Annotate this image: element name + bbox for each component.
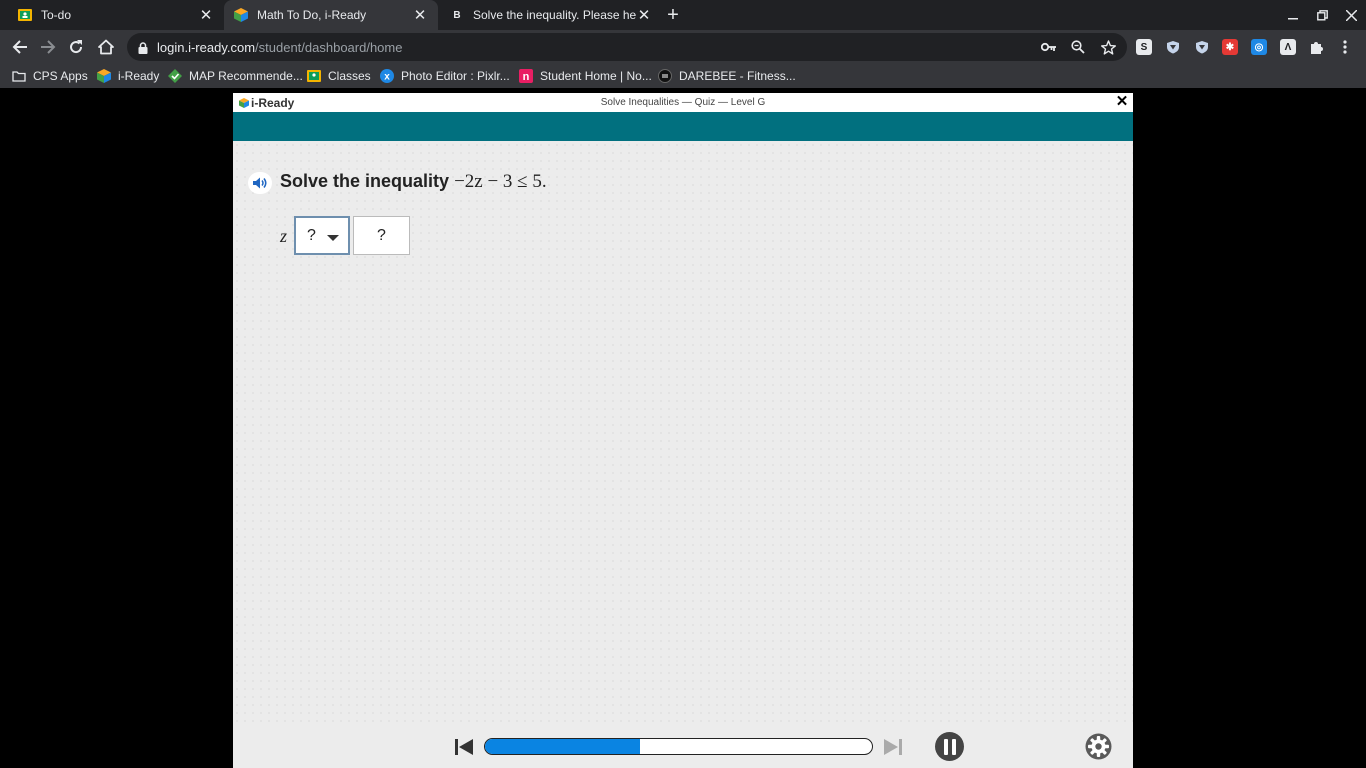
extension-icon[interactable]: S — [1136, 39, 1152, 55]
bookmark-darebee[interactable]: DAREBEE - Fitness... — [658, 67, 796, 84]
answer-value: ? — [377, 226, 386, 244]
question-text: Solve the inequality −2z − 3 ≤ 5. — [280, 171, 547, 193]
back-button[interactable] — [8, 35, 32, 59]
kebab-menu-icon[interactable] — [1337, 39, 1353, 55]
restore-button[interactable] — [1308, 0, 1336, 30]
puzzle-icon[interactable] — [1308, 39, 1324, 55]
bookmark-label: CPS Apps — [33, 68, 88, 83]
question-math: −2z − 3 ≤ 5. — [454, 171, 547, 192]
tab-title: Solve the inequality. Please help — [473, 8, 636, 22]
skip-forward-icon — [884, 739, 902, 755]
bookmark-label: Classes — [328, 68, 371, 83]
tab-strip: To-do ✕ Math To Do, i-Ready ✕ B Solve th… — [0, 0, 1366, 30]
tab-title: Math To Do, i-Ready — [257, 8, 367, 22]
new-tab-button[interactable]: + — [662, 4, 684, 26]
settings-button[interactable] — [1085, 733, 1112, 760]
browser-toolbar: login.i-ready.com/student/dashboard/home… — [0, 30, 1366, 63]
tab-todo[interactable]: To-do ✕ — [0, 0, 224, 30]
bookmark-classes[interactable]: Classes — [307, 67, 371, 84]
tab-title: To-do — [41, 8, 72, 22]
url-host: login.i-ready.com — [157, 40, 256, 55]
tab-brainly[interactable]: B Solve the inequality. Please help ✕ — [438, 0, 662, 30]
minimize-button[interactable] — [1279, 0, 1307, 30]
close-window-button[interactable] — [1337, 0, 1365, 30]
shield-icon[interactable] — [1165, 39, 1181, 55]
pause-button[interactable] — [935, 732, 964, 761]
classroom-icon — [307, 69, 321, 83]
skip-back-button[interactable] — [454, 737, 474, 757]
bookmark-label: Student Home | No... — [540, 68, 652, 83]
bookmark-label: MAP Recommende... — [189, 68, 303, 83]
tab-iready[interactable]: Math To Do, i-Ready ✕ — [224, 0, 438, 30]
bookmark-label: Photo Editor : Pixlr... — [401, 68, 510, 83]
header-band — [233, 112, 1133, 141]
progress-fill — [485, 739, 640, 754]
close-tab-icon[interactable]: ✕ — [412, 7, 428, 24]
gear-icon — [1085, 733, 1112, 760]
dropdown-value: ? — [307, 226, 316, 244]
url-path: /student/dashboard/home — [255, 40, 403, 55]
quiz-title: Solve Inequalities — Quiz — Level G — [600, 97, 766, 108]
brainly-icon: B — [453, 9, 461, 21]
svg-text:n: n — [523, 71, 530, 83]
skip-forward-button[interactable] — [883, 737, 903, 757]
extension-icon[interactable]: ◎ — [1251, 39, 1267, 55]
caret-down-icon — [327, 235, 339, 241]
folder-icon — [12, 69, 26, 83]
extension-icon[interactable]: ✱ — [1222, 39, 1238, 55]
inequality-sign-dropdown[interactable]: ? — [294, 216, 350, 255]
answer-input[interactable]: ? — [353, 216, 410, 255]
map-icon — [168, 68, 182, 83]
shield-icon[interactable] — [1194, 39, 1210, 55]
audio-speaker-button[interactable] — [248, 172, 272, 194]
home-button[interactable] — [94, 35, 118, 59]
iready-cube-icon — [234, 8, 248, 22]
speaker-icon — [253, 177, 267, 189]
url-text: login.i-ready.com/student/dashboard/home — [157, 40, 402, 55]
iready-lesson-window: i-Ready Solve Inequalities — Quiz — Leve… — [233, 93, 1133, 768]
darebee-icon — [658, 68, 672, 83]
lesson-progress-bar — [484, 738, 873, 755]
classroom-icon — [18, 8, 32, 22]
iready-cube-icon — [97, 68, 111, 83]
noredink-icon: n — [519, 68, 533, 83]
bookmark-pixlr[interactable]: x Photo Editor : Pixlr... — [380, 67, 510, 84]
bookmarks-bar: CPS Apps i-Ready MAP Recommende... Class… — [0, 63, 1366, 88]
bookmark-label: DAREBEE - Fitness... — [679, 68, 796, 83]
bookmark-map[interactable]: MAP Recommende... — [168, 67, 303, 84]
skip-back-icon — [455, 739, 473, 755]
key-icon[interactable] — [1041, 39, 1057, 55]
pixlr-icon: x — [380, 68, 394, 83]
bookmark-label: i-Ready — [118, 68, 160, 83]
close-tab-icon[interactable]: ✕ — [198, 7, 214, 24]
bookmark-iready[interactable]: i-Ready — [97, 67, 159, 84]
close-lesson-button[interactable]: ✕ — [1114, 93, 1130, 110]
bookmark-star-icon[interactable] — [1100, 39, 1116, 55]
reload-button[interactable] — [64, 35, 88, 59]
variable-label: z — [280, 226, 288, 246]
question-prefix: Solve the inequality — [280, 171, 450, 191]
address-bar[interactable]: login.i-ready.com/student/dashboard/home — [127, 33, 1127, 61]
zoom-icon[interactable] — [1070, 39, 1086, 55]
svg-text:x: x — [384, 71, 390, 82]
lesson-footer — [233, 725, 1133, 768]
pause-icon — [943, 738, 956, 755]
forward-button[interactable] — [36, 35, 60, 59]
extension-icon[interactable]: Λ — [1280, 39, 1296, 55]
bookmark-cps-apps[interactable]: CPS Apps — [12, 67, 88, 84]
close-tab-icon[interactable]: ✕ — [636, 7, 652, 24]
bookmark-noredink[interactable]: n Student Home | No... — [519, 67, 652, 84]
lock-icon[interactable] — [138, 41, 148, 59]
lesson-header: i-Ready Solve Inequalities — Quiz — Leve… — [233, 93, 1133, 112]
